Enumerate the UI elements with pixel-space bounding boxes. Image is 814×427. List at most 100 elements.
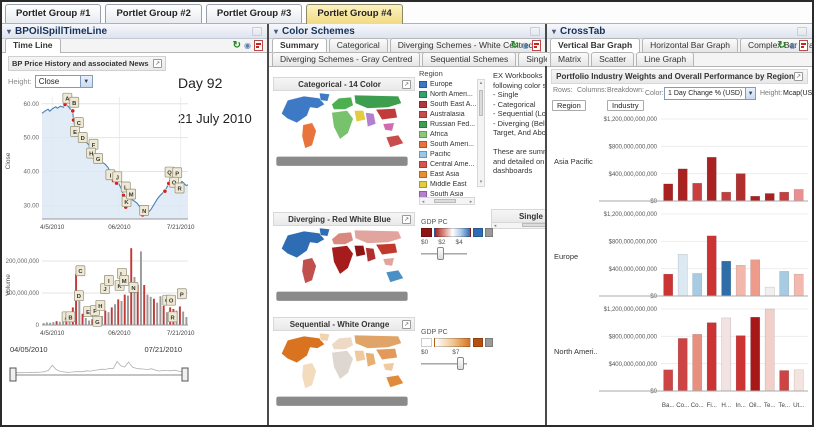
volume-bar[interactable] [159,296,161,325]
map-region-sa[interactable] [302,258,316,284]
news-marker[interactable] [71,109,75,113]
industry-bar-h[interactable] [722,192,731,201]
news-callout-R[interactable]: R [175,183,184,193]
tab-diverging-schemes-gray-centred[interactable]: Diverging Schemes - Gray Centred [272,52,420,66]
volume-bar[interactable] [150,297,152,325]
map-region-easia[interactable] [376,348,398,359]
panel-options-icon[interactable] [797,27,807,36]
industry-bar-h[interactable] [722,318,731,391]
volume-bar[interactable] [117,299,119,325]
legend-item-africa[interactable]: Africa [419,129,476,139]
legend-vertical-scrollbar[interactable]: ▴ ▾ [477,79,485,187]
tab-vertical-bar-graph[interactable]: Vertical Bar Graph [550,38,640,53]
rows-chip[interactable]: Region [552,100,586,111]
volume-bar[interactable] [124,295,126,325]
top-tab-portlet-group-3[interactable]: Portlet Group #3 [206,4,302,23]
panel-timeline-header[interactable]: ▾ BPOilSpillTimeLine [2,24,267,39]
map-region-easia[interactable] [376,243,398,254]
map-region-af[interactable] [332,110,354,139]
news-callout-B[interactable]: B [66,312,75,322]
industry-bar-in[interactable] [736,265,745,296]
map-region-gl[interactable] [319,93,329,101]
news-callout-N[interactable]: N [129,282,138,292]
map-region-sa[interactable] [302,363,316,389]
tab-matrix[interactable]: Matrix [550,52,589,66]
news-callout-C[interactable]: C [76,266,85,276]
map-region-na[interactable] [281,96,324,123]
map-region-af[interactable] [332,245,354,274]
news-callout-M[interactable]: M [120,275,129,285]
expand-icon[interactable]: ↗ [794,72,803,81]
map-region-eu[interactable] [332,232,354,244]
map-region-sea[interactable] [383,258,394,266]
collapse-icon[interactable]: ▾ [7,27,11,36]
news-callout-B[interactable]: B [70,97,79,107]
industry-bar-ba[interactable] [664,184,673,201]
industry-bar-co[interactable] [678,254,687,296]
map-region-easia[interactable] [376,108,398,119]
map-region-na[interactable] [281,336,324,363]
map-region-sasia[interactable] [366,113,376,127]
map-region-ru[interactable] [354,335,401,348]
map-region-sasia[interactable] [366,353,376,367]
news-callout-O[interactable]: O [167,295,176,305]
top-tab-portlet-group-4[interactable]: Portlet Group #4 [306,4,402,24]
map-region-gl[interactable] [319,228,329,236]
top-tab-portlet-group-1[interactable]: Portlet Group #1 [5,4,101,23]
volume-bar[interactable] [143,285,145,325]
industry-bar-co[interactable] [693,183,702,201]
map-region-ru[interactable] [354,95,401,108]
legend-item-pacific[interactable]: Pacific [419,149,476,159]
expand-icon[interactable]: ↗ [402,320,411,329]
volume-bar[interactable] [166,312,168,325]
industry-bar-te[interactable] [780,192,789,201]
map-region-eu[interactable] [332,97,354,109]
panel-crosstab-header[interactable]: ▾ CrossTab [547,24,812,39]
news-marker[interactable] [163,189,167,193]
volume-bar[interactable] [88,321,90,325]
map-region-antarctica[interactable] [276,292,407,301]
map-region-antarctica[interactable] [276,157,407,166]
map-region-au[interactable] [386,375,403,387]
volume-bar[interactable] [114,304,116,325]
map-region-au[interactable] [386,135,403,147]
volume-bar[interactable] [156,303,158,325]
industry-bar-te[interactable] [780,371,789,392]
map-region-au[interactable] [386,270,403,282]
expand-icon[interactable]: ↗ [153,59,162,68]
industry-bar-te[interactable] [765,193,774,201]
tab-horizontal-bar-graph[interactable]: Horizontal Bar Graph [642,38,738,52]
slider-handle-right[interactable] [182,368,188,381]
volume-bar[interactable] [121,301,123,325]
scroll-down-icon[interactable]: ▾ [478,179,484,186]
legend-item-europe[interactable]: Europe [419,79,476,89]
industry-bar-ut[interactable] [794,274,803,296]
map-region-antarctica[interactable] [276,397,407,406]
volume-bar[interactable] [185,317,187,325]
legend-item-russian-fed[interactable]: Russian Fed... [419,119,476,129]
industry-bar-ba[interactable] [664,274,673,296]
industry-bar-te[interactable] [765,287,774,296]
chevron-down-icon[interactable]: ▼ [80,76,92,87]
news-callout-D[interactable]: D [74,291,83,301]
map-region-gl[interactable] [319,333,329,341]
volume-bar[interactable] [146,295,148,325]
panel-options-icon[interactable] [530,27,540,36]
industry-bar-te[interactable] [780,271,789,296]
volume-bar[interactable] [179,306,181,325]
map-region-na[interactable] [281,231,324,258]
industry-bar-co[interactable] [693,273,702,296]
panel-options-icon[interactable] [252,27,262,36]
tab-summary[interactable]: Summary [272,38,327,53]
industry-bar-fi[interactable] [707,157,716,201]
map-region-me[interactable] [354,350,365,361]
scroll-right-icon[interactable]: ▸ [468,198,474,206]
record-icon[interactable]: ◉ [522,41,529,51]
industry-bar-fi[interactable] [707,323,716,391]
industry-bar-ut[interactable] [794,189,803,201]
volume-bar[interactable] [182,312,184,325]
record-icon[interactable]: ◉ [789,41,796,51]
volume-bar[interactable] [78,301,80,325]
scroll-up-icon[interactable]: ▴ [478,80,484,87]
industry-bar-in[interactable] [736,336,745,391]
